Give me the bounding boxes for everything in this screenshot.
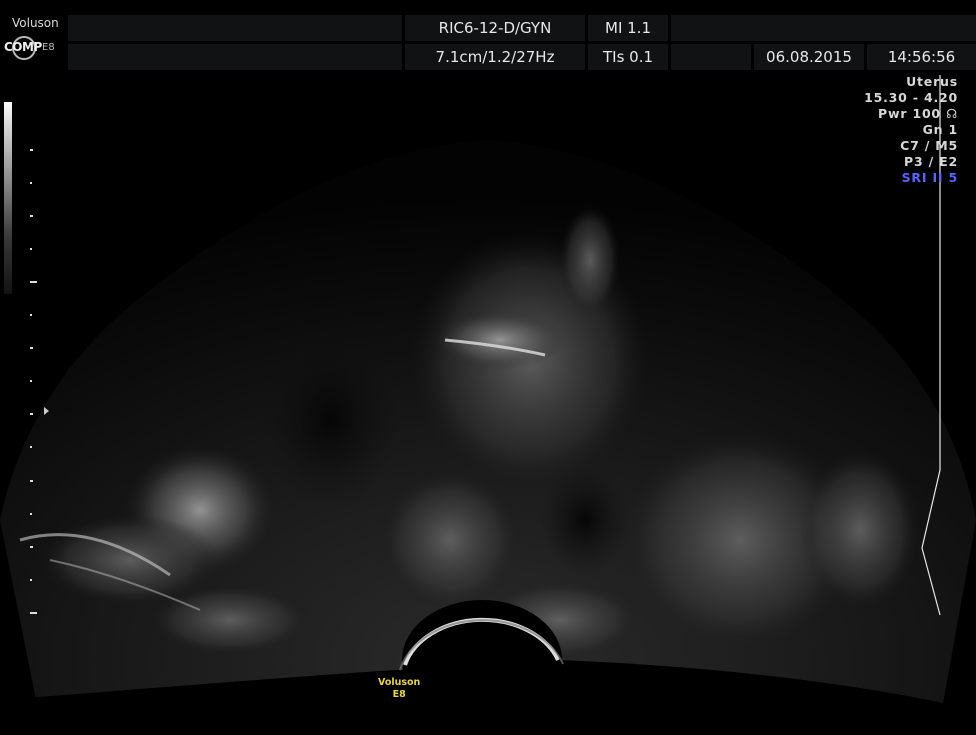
power-label: Pwr 100 ☊ (878, 106, 958, 121)
mi-value: MI 1.1 (588, 15, 668, 41)
header-blank-top-1 (68, 15, 402, 41)
depth-tick (30, 314, 32, 316)
footer-brand-name: Voluson (378, 677, 421, 688)
depth-tick (30, 446, 32, 448)
depth-tick (30, 149, 33, 151)
footer-brand-model: E8 (392, 689, 406, 700)
brand-name: Voluson (12, 16, 59, 30)
depth-tick-major (30, 281, 37, 283)
gain-label: Gn 1 (922, 122, 958, 137)
depth-tick (30, 413, 33, 415)
time-label: 14:56:56 (867, 44, 976, 70)
depth-tick (30, 215, 33, 217)
depth-tick (30, 182, 32, 184)
c-m-label: C7 / M5 (900, 138, 958, 153)
depth-tick (30, 546, 33, 548)
header-blank-top-2 (671, 15, 976, 41)
probe-label: RIC6-12-D/GYN (405, 15, 585, 41)
sri-label: SRI II 5 (901, 170, 958, 185)
footer-brand: Voluson E8 (378, 677, 420, 701)
depth-tick (30, 380, 32, 382)
preset-label: Uterus (906, 74, 958, 89)
depth-tick (30, 513, 32, 515)
tis-value: TIs 0.1 (588, 44, 668, 70)
depth-tick (30, 248, 32, 250)
logo-model: E8 (42, 42, 55, 53)
frequency-label: 15.30 - 4.20 (864, 90, 958, 105)
ultrasound-image (0, 75, 976, 735)
header-blank-bottom-1 (68, 44, 402, 70)
depth-tick (30, 579, 32, 581)
depth-tick (30, 480, 33, 482)
depth-frequency-label: 7.1cm/1.2/27Hz (405, 44, 585, 70)
depth-tick (30, 347, 33, 349)
date-label: 06.08.2015 (754, 44, 864, 70)
parameter-panel: Uterus 15.30 - 4.20 Pwr 100 ☊ Gn 1 C7 / … (864, 74, 958, 186)
logo-text: COMP (4, 40, 42, 54)
header-blank-bottom-2 (671, 44, 751, 70)
focus-marker-icon (44, 407, 49, 415)
p-e-label: P3 / E2 (904, 154, 958, 169)
depth-tick-major (30, 612, 37, 614)
grayscale-bar (4, 102, 12, 294)
